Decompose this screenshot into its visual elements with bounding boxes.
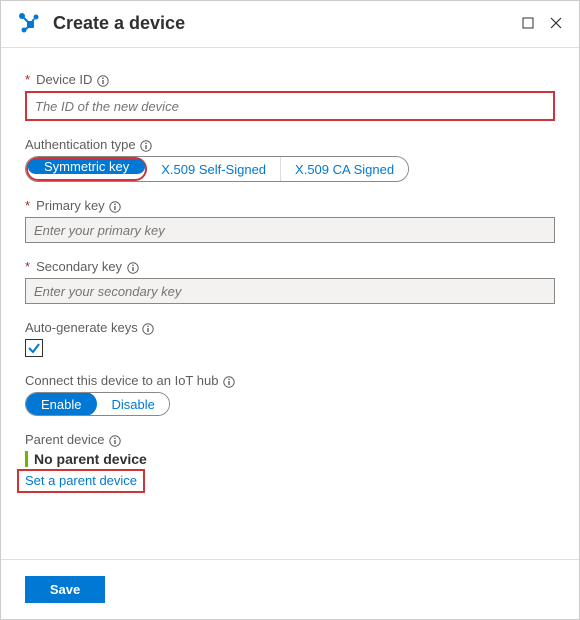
auth-type-toggle: Symmetric key X.509 Self-Signed X.509 CA… <box>25 156 409 182</box>
info-icon[interactable] <box>222 375 235 388</box>
auth-type-field: Authentication type Symmetric key X.509 … <box>25 137 555 182</box>
info-icon[interactable] <box>140 139 153 152</box>
save-button[interactable]: Save <box>25 576 105 603</box>
auto-generate-label: Auto-generate keys <box>25 320 555 335</box>
info-icon[interactable] <box>96 74 109 87</box>
device-logo-icon <box>17 11 41 35</box>
auth-type-label: Authentication type <box>25 137 555 152</box>
secondary-key-field: * Secondary key <box>25 259 555 304</box>
parent-device-label: Parent device <box>25 432 555 447</box>
parent-device-field: Parent device No parent device Set a par… <box>25 432 555 493</box>
auth-option-x509-self[interactable]: X.509 Self-Signed <box>147 157 280 181</box>
info-icon[interactable] <box>109 434 122 447</box>
primary-key-label: * Primary key <box>25 198 555 213</box>
auth-option-symmetric[interactable]: Symmetric key <box>28 159 145 174</box>
auto-generate-field: Auto-generate keys <box>25 320 555 357</box>
maximize-button[interactable] <box>521 16 535 30</box>
info-icon[interactable] <box>142 322 155 335</box>
primary-key-field: * Primary key <box>25 198 555 243</box>
connect-option-enable[interactable]: Enable <box>25 392 97 416</box>
device-id-field: * Device ID <box>25 72 555 121</box>
required-marker: * <box>25 198 30 213</box>
auth-option-x509-ca[interactable]: X.509 CA Signed <box>280 157 408 181</box>
info-icon[interactable] <box>126 261 139 274</box>
highlight-marker: Symmetric key <box>26 157 147 181</box>
close-button[interactable] <box>549 16 563 30</box>
connect-option-disable[interactable]: Disable <box>97 393 168 415</box>
panel-title: Create a device <box>53 13 507 34</box>
device-id-label: * Device ID <box>25 72 555 87</box>
connect-hub-toggle: Enable Disable <box>25 392 170 416</box>
auto-generate-checkbox[interactable] <box>25 339 43 357</box>
set-parent-device-link[interactable]: Set a parent device <box>25 473 137 488</box>
form-content: * Device ID Authentication type Symmetri… <box>1 48 579 519</box>
device-id-input[interactable] <box>25 91 555 121</box>
header: Create a device <box>1 1 579 48</box>
highlight-marker: Set a parent device <box>17 469 145 493</box>
connect-hub-label: Connect this device to an IoT hub <box>25 373 555 388</box>
connect-hub-field: Connect this device to an IoT hub Enable… <box>25 373 555 416</box>
secondary-key-input[interactable] <box>25 278 555 304</box>
parent-device-value: No parent device <box>34 451 555 467</box>
footer: Save <box>1 559 579 619</box>
secondary-key-label: * Secondary key <box>25 259 555 274</box>
parent-device-value-block: No parent device <box>25 451 555 467</box>
required-marker: * <box>25 72 30 87</box>
required-marker: * <box>25 259 30 274</box>
info-icon[interactable] <box>109 200 122 213</box>
primary-key-input[interactable] <box>25 217 555 243</box>
